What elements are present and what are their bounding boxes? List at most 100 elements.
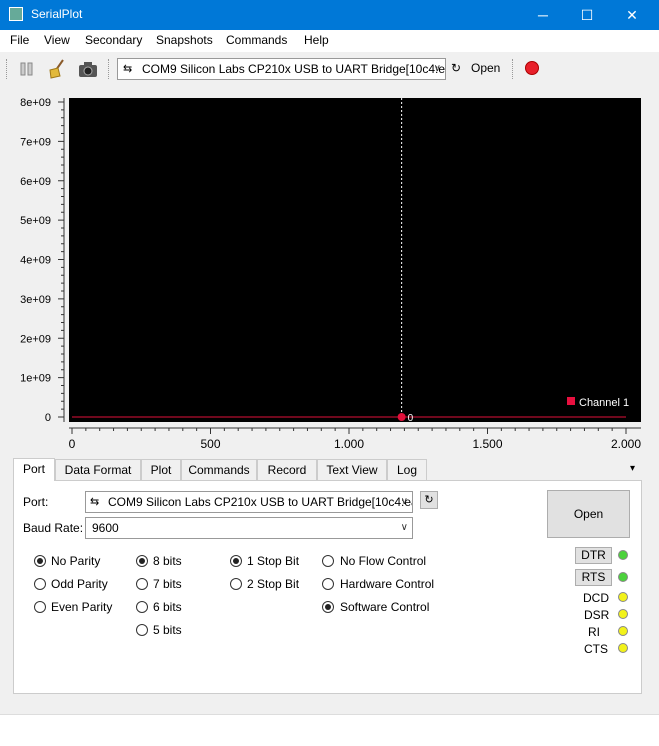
port-select[interactable]: ⇆ COM9 Silicon Labs CP210x USB to UART B… [117, 58, 446, 80]
plot-area: 0 1e+09 2e+09 3e+09 4e+09 5e+09 6e+09 7e+09 8e+0… [0, 86, 659, 456]
y-tick-label: 8e+09 [20, 97, 51, 109]
menu-snapshots[interactable]: Snapshots [156, 33, 213, 47]
radio-even-parity[interactable] [34, 601, 46, 613]
dtr-button[interactable]: DTR [575, 547, 612, 564]
y-tick-label: 5e+09 [20, 215, 51, 227]
menu-view[interactable]: View [44, 33, 70, 47]
radio-5-bits[interactable] [136, 624, 148, 636]
y-tick-label: 1e+09 [20, 373, 51, 385]
ri-label: RI [588, 625, 600, 639]
no-parity-label: No Parity [51, 554, 101, 568]
x-axis: 0 500 1.000 1.500 2.000 [69, 427, 641, 451]
port-label: Port: [23, 495, 49, 509]
radio-1-stop-bit[interactable] [230, 555, 242, 567]
menu-secondary[interactable]: Secondary [85, 33, 142, 47]
radio-no-flow-control[interactable] [322, 555, 334, 567]
no-flow-control-label: No Flow Control [340, 554, 427, 568]
8-bits-label: 8 bits [153, 554, 182, 568]
baud-rate-combo[interactable]: 9600 ∨ [85, 517, 413, 539]
close-button[interactable]: ✕ [609, 0, 655, 30]
baud-rate-label: Baud Rate: [23, 521, 84, 535]
radio-2-stop-bit[interactable] [230, 578, 242, 590]
y-tick-label: 3e+09 [20, 294, 51, 306]
y-tick-label: 2e+09 [20, 333, 51, 345]
record-indicator-icon[interactable] [525, 61, 539, 75]
2-stop-bit-label: 2 Stop Bit [247, 577, 300, 591]
tab-plot[interactable]: Plot [141, 459, 181, 480]
radio-no-parity[interactable] [34, 555, 46, 567]
toolbar-grip [6, 59, 9, 79]
radio-7-bits[interactable] [136, 578, 148, 590]
refresh-ports-button[interactable]: ↻ [420, 491, 438, 509]
tab-port[interactable]: Port [13, 458, 55, 481]
port-combo[interactable]: ⇆ COM9 Silicon Labs CP210x USB to UART B… [85, 491, 413, 513]
5-bits-label: 5 bits [153, 623, 182, 637]
tabs-overflow-icon[interactable]: ▾ [630, 463, 635, 474]
cts-led [618, 643, 628, 653]
radio-software-control[interactable] [322, 601, 334, 613]
plot-canvas[interactable]: 0 1e+09 2e+09 3e+09 4e+09 5e+09 6e+09 7e+09 8e+0… [0, 86, 659, 456]
toolbar: ⇆ COM9 Silicon Labs CP210x USB to UART B… [0, 52, 659, 87]
maximize-button[interactable]: ☐ [564, 0, 610, 30]
dsr-label: DSR [584, 608, 610, 622]
chevron-down-icon: ∨ [433, 63, 441, 74]
port-combo-value: COM9 Silicon Labs CP210x USB to UART Bri… [108, 495, 413, 509]
y-tick-label: 0 [45, 412, 51, 424]
y-axis: 0 1e+09 2e+09 3e+09 4e+09 5e+09 6e+09 7e+09 8e+0… [20, 97, 65, 424]
menu-file[interactable]: File [10, 33, 29, 47]
hardware-control-label: Hardware Control [340, 577, 435, 591]
cts-label: CTS [584, 642, 608, 656]
even-parity-label: Even Parity [51, 600, 113, 614]
x-tick-label: 2.000 [611, 437, 641, 451]
dcd-label: DCD [583, 591, 609, 605]
pause-icon[interactable] [16, 58, 38, 80]
menu-bar: File View Secondary Snapshots Commands H… [0, 30, 659, 52]
plot-cursor-value: 0 [408, 413, 414, 424]
radio-8-bits[interactable] [136, 555, 148, 567]
tab-log[interactable]: Log [387, 459, 427, 480]
camera-icon[interactable] [77, 58, 99, 80]
refresh-icon: ↻ [424, 494, 434, 506]
7-bits-label: 7 bits [153, 577, 182, 591]
window-title: SerialPlot [31, 7, 83, 21]
radio-6-bits[interactable] [136, 601, 148, 613]
plot-cursor-marker [397, 413, 406, 421]
menu-commands[interactable]: Commands [226, 33, 287, 47]
odd-parity-label: Odd Parity [51, 577, 108, 591]
menu-help[interactable]: Help [304, 33, 329, 47]
x-tick-label: 500 [200, 437, 220, 451]
y-tick-label: 7e+09 [20, 136, 51, 148]
rts-led [618, 572, 628, 582]
tab-text-view[interactable]: Text View [317, 459, 387, 480]
open-port-button[interactable]: Open [547, 490, 630, 538]
refresh-ports-icon[interactable]: ↻ [451, 61, 461, 75]
legend-swatch-channel-1 [567, 397, 575, 405]
usb-icon: ⇆ [123, 63, 133, 75]
plot-background [69, 98, 641, 422]
ri-led [618, 626, 628, 636]
clear-broom-icon[interactable] [46, 58, 68, 80]
dsr-led [618, 609, 628, 619]
chevron-down-icon: ∨ [400, 496, 408, 507]
x-tick-label: 0 [69, 437, 76, 451]
6-bits-label: 6 bits [153, 600, 182, 614]
rts-button[interactable]: RTS [575, 569, 612, 586]
y-tick-label: 4e+09 [20, 255, 51, 267]
app-icon [9, 7, 23, 21]
radio-hardware-control[interactable] [322, 578, 334, 590]
usb-icon: ⇆ [90, 496, 100, 508]
chevron-down-icon: ∨ [400, 522, 408, 533]
radio-odd-parity[interactable] [34, 578, 46, 590]
x-tick-label: 1.500 [472, 437, 502, 451]
port-settings-panel: Port: ⇆ COM9 Silicon Labs CP210x USB to … [13, 480, 642, 694]
toolbar-open-button[interactable]: Open [471, 61, 500, 75]
software-control-label: Software Control [340, 600, 430, 614]
port-select-value: COM9 Silicon Labs CP210x USB to UART Bri… [142, 62, 446, 76]
minimize-button[interactable]: ─ [520, 0, 566, 30]
tab-data-format[interactable]: Data Format [55, 459, 141, 480]
tab-record[interactable]: Record [257, 459, 317, 480]
toolbar-separator [108, 59, 111, 79]
tab-commands[interactable]: Commands [181, 459, 257, 480]
dcd-led [618, 592, 628, 602]
title-bar: SerialPlot ─ ☐ ✕ [0, 0, 659, 30]
